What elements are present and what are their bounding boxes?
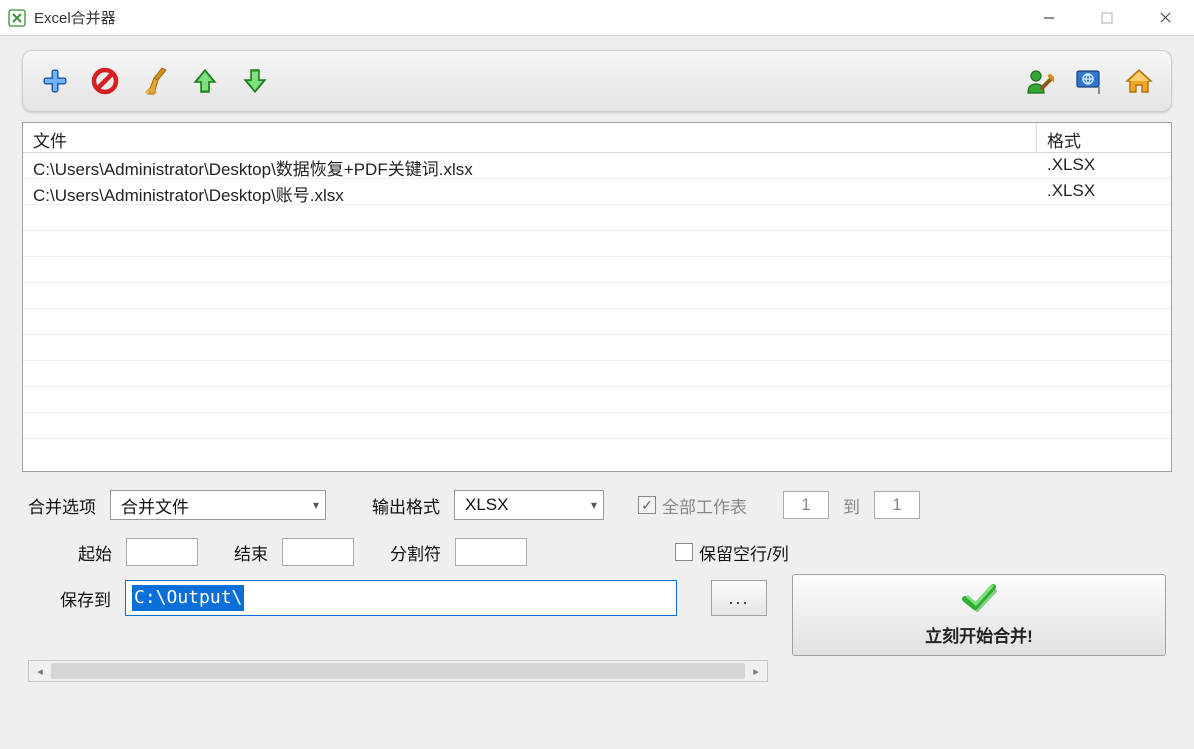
merge-option-value: 合并文件 [121,493,189,518]
register-button[interactable] [1021,63,1057,99]
scroll-left-icon[interactable]: ◂ [29,661,51,681]
chevron-down-icon: ▾ [313,498,319,512]
start-merge-label: 立刻开始合并! [925,622,1033,647]
merge-option-label: 合并选项 [28,493,96,518]
table-row-empty: .. [23,387,1171,413]
table-row[interactable]: C:\Users\Administrator\Desktop\数据恢复+PDF关… [23,153,1171,179]
maximize-button [1078,0,1136,35]
table-row[interactable]: C:\Users\Administrator\Desktop\账号.xlsx.X… [23,179,1171,205]
file-cell: C:\Users\Administrator\Desktop\数据恢复+PDF关… [23,153,1037,178]
sheet-to-input[interactable]: 1 [874,491,920,519]
file-cell: C:\Users\Administrator\Desktop\账号.xlsx [23,179,1037,204]
minimize-button[interactable] [1020,0,1078,35]
chevron-down-icon: ▾ [591,498,597,512]
column-format[interactable]: 格式 [1037,123,1171,152]
delimiter-label: 分割符 [390,540,441,565]
remove-button[interactable] [87,63,123,99]
sheet-to-label: 到 [843,493,860,518]
start-input[interactable] [126,538,198,566]
save-to-label: 保存到 [60,586,111,611]
move-down-button[interactable] [237,63,273,99]
table-row-empty: .. [23,231,1171,257]
browse-label: ... [728,588,749,609]
output-format-select[interactable]: XLSX ▾ [454,490,604,520]
column-file[interactable]: 文件 [23,123,1037,152]
start-label: 起始 [78,540,112,565]
clear-button[interactable] [137,63,173,99]
check-icon [959,581,999,618]
scroll-right-icon[interactable]: ▸ [745,661,767,681]
keep-empty-label: 保留空行/列 [699,540,789,565]
output-format-label: 输出格式 [372,493,440,518]
window-controls [1020,0,1194,35]
sheet-from-input[interactable]: 1 [783,491,829,519]
format-cell: .XLSX [1037,153,1171,178]
table-row-empty: .. [23,283,1171,309]
file-table: 文件 格式 C:\Users\Administrator\Desktop\数据恢… [22,122,1172,472]
language-button[interactable] [1071,63,1107,99]
close-button[interactable] [1136,0,1194,35]
keep-empty-checkbox[interactable] [675,543,693,561]
end-label: 结束 [234,540,268,565]
titlebar: Excel合并器 [0,0,1194,36]
delimiter-input[interactable] [455,538,527,566]
table-row-empty: .. [23,335,1171,361]
save-to-value: C:\Output\ [132,585,244,611]
table-row-empty: .. [23,361,1171,387]
toolbar [22,50,1172,112]
all-sheets-label: 全部工作表 [662,493,747,518]
browse-button[interactable]: ... [711,580,767,616]
app-icon [8,9,26,27]
horizontal-scrollbar[interactable]: ◂ ▸ [28,660,768,682]
table-row-empty: .. [23,309,1171,335]
add-button[interactable] [37,63,73,99]
end-input[interactable] [282,538,354,566]
merge-option-select[interactable]: 合并文件 ▾ [110,490,326,520]
home-button[interactable] [1121,63,1157,99]
save-to-input[interactable]: C:\Output\ [125,580,677,616]
start-merge-button[interactable]: 立刻开始合并! [792,574,1166,656]
window-title: Excel合并器 [34,7,116,28]
move-up-button[interactable] [187,63,223,99]
table-row-empty: .. [23,257,1171,283]
output-format-value: XLSX [465,495,508,515]
table-row-empty: .. [23,413,1171,439]
table-header: 文件 格式 [23,123,1171,153]
table-row-empty: .. [23,205,1171,231]
all-sheets-checkbox[interactable] [638,496,656,514]
format-cell: .XLSX [1037,179,1171,204]
